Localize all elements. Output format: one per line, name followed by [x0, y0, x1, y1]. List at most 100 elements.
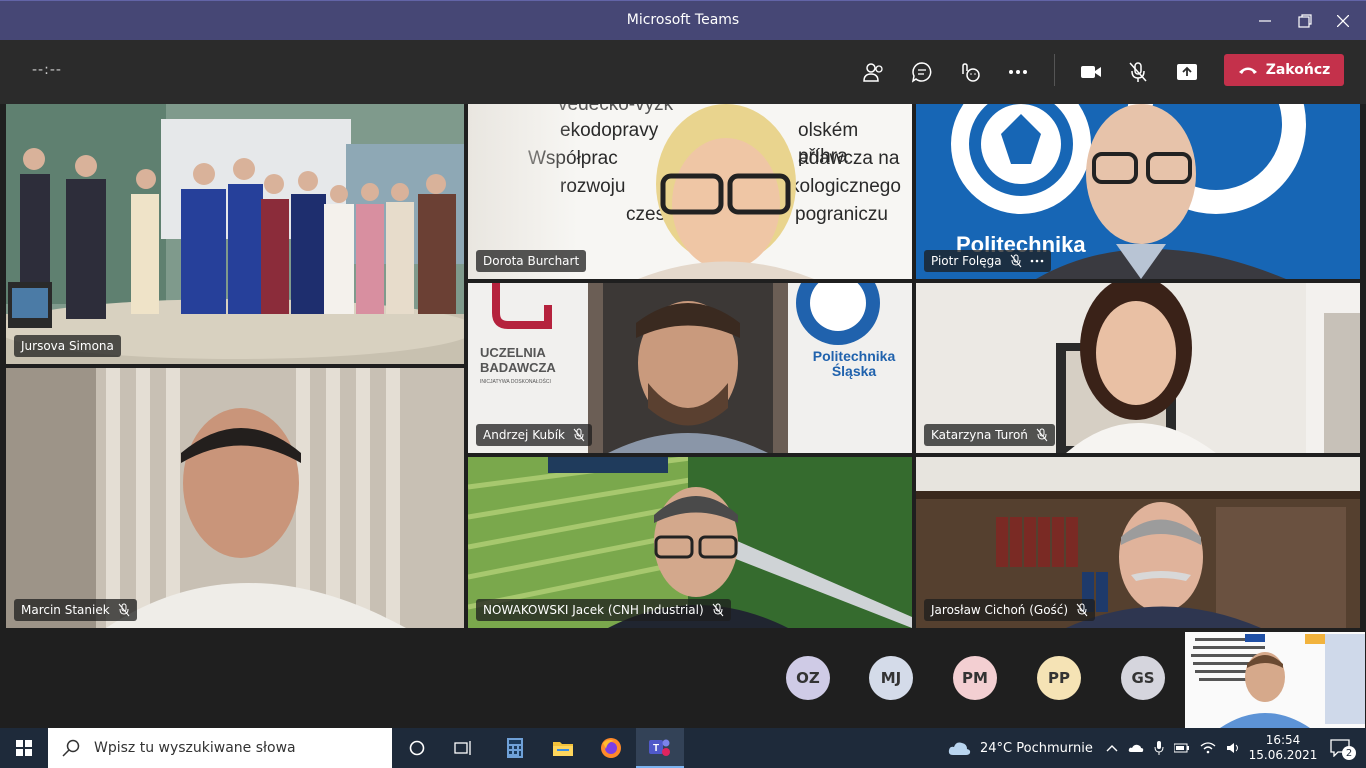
calculator-app[interactable]	[492, 728, 538, 768]
participant-name: NOWAKOWSKI Jacek (CNH Industrial)	[483, 603, 704, 617]
phone-icon	[1238, 67, 1257, 74]
notifications-button[interactable]: 2	[1322, 728, 1358, 768]
cortana-button[interactable]	[394, 728, 440, 768]
more-actions-button[interactable]	[1000, 54, 1036, 90]
participant-avatar[interactable]: GS	[1121, 656, 1165, 700]
share-icon	[1177, 64, 1197, 80]
onedrive-icon[interactable]	[1128, 743, 1144, 753]
mic-off-icon	[712, 603, 724, 617]
mic-off-icon	[118, 603, 130, 617]
self-video	[1185, 632, 1365, 728]
video-tile-nowakowski[interactable]: NOWAKOWSKI Jacek (CNH Industrial)	[468, 457, 912, 628]
clock-time: 16:54	[1265, 733, 1301, 747]
teams-app[interactable]: T	[636, 728, 684, 768]
self-view[interactable]	[1185, 632, 1365, 728]
teams-icon: T	[649, 739, 670, 756]
start-button[interactable]	[0, 728, 48, 768]
participant-avatar[interactable]: PM	[953, 656, 997, 700]
share-screen-button[interactable]	[1169, 54, 1205, 90]
leave-button[interactable]: Zakończ	[1224, 54, 1344, 86]
file-explorer-app[interactable]	[540, 728, 586, 768]
video-tile-staniek[interactable]: Marcin Staniek	[6, 368, 464, 628]
participant-name-tag: Katarzyna Turoń	[924, 424, 1055, 446]
mic-button[interactable]	[1120, 54, 1156, 90]
cloud-icon	[948, 742, 971, 755]
video-tile-kubik[interactable]: UCZELNIA BADAWCZA INICJATYWA DOSKONAŁOŚC…	[468, 283, 912, 453]
window-title: Microsoft Teams	[626, 12, 740, 28]
notification-count: 2	[1342, 746, 1356, 760]
participant-name: Piotr Folęga	[931, 254, 1002, 268]
task-view-button[interactable]	[440, 728, 486, 768]
cortana-icon	[409, 740, 425, 756]
participant-name: Dorota Burchart	[483, 254, 580, 268]
clock-date: 15.06.2021	[1248, 748, 1318, 762]
svg-text:T: T	[653, 743, 659, 754]
mic-off-icon	[573, 428, 585, 442]
meeting-timer: --:--	[32, 62, 62, 78]
more-icon[interactable]	[1030, 259, 1044, 263]
chat-button[interactable]	[904, 54, 940, 90]
camera-icon	[1081, 66, 1101, 78]
weather-text: 24°C Pochmurnie	[980, 740, 1093, 756]
weather-widget[interactable]: 24°C Pochmurnie	[948, 728, 1093, 768]
background-logo-text: Politechnika Śląska	[812, 348, 896, 379]
meeting-controls: --:-- Zakończ	[0, 40, 1366, 104]
search-placeholder: Wpisz tu wyszukiwane słowa	[94, 740, 296, 756]
wifi-icon[interactable]	[1200, 742, 1216, 754]
close-button[interactable]	[1320, 1, 1366, 41]
participant-avatar[interactable]: PP	[1037, 656, 1081, 700]
folder-icon	[553, 742, 573, 756]
participant-name: Andrzej Kubík	[483, 428, 565, 442]
camera-button[interactable]	[1073, 54, 1109, 90]
participant-avatar[interactable]: OZ	[786, 656, 830, 700]
clock[interactable]: 16:54 15.06.2021	[1249, 728, 1318, 768]
participant-name: Marcin Staniek	[21, 603, 110, 617]
participant-name-tag: Piotr Folęga	[924, 250, 1051, 272]
video-tile-folega[interactable]: Politechnika Piotr Folęga	[916, 104, 1360, 279]
search-icon	[62, 739, 80, 757]
mic-off-icon	[1076, 603, 1088, 617]
participant-name-tag: Jursova Simona	[14, 335, 121, 357]
participant-name-tag: Andrzej Kubík	[476, 424, 592, 446]
video-tile-cichon[interactable]: Jarosław Cichoń (Gość)	[916, 457, 1360, 628]
video-tile-burchart[interactable]: vedecko-vyzk ekodopravy olském příhra Ws…	[468, 104, 912, 279]
minimize-icon	[1259, 20, 1271, 22]
participant-name-tag: NOWAKOWSKI Jacek (CNH Industrial)	[476, 599, 731, 621]
reactions-button[interactable]	[952, 54, 988, 90]
windows-taskbar: Wpisz tu wyszukiwane słowa T 24°C Pochmu…	[0, 728, 1366, 768]
participants-button[interactable]	[856, 54, 892, 90]
group-photo-video	[6, 104, 464, 364]
participant-name: Katarzyna Turoń	[931, 428, 1028, 442]
participant-name: Jursova Simona	[21, 339, 114, 353]
video-tile-turon[interactable]: Katarzyna Turoń	[916, 283, 1360, 453]
firefox-app[interactable]	[588, 728, 634, 768]
close-icon	[1337, 15, 1349, 27]
participant-name-tag: Dorota Burchart	[476, 250, 587, 272]
firefox-icon	[601, 738, 621, 758]
speaker-icon[interactable]	[1226, 742, 1240, 754]
leave-label: Zakończ	[1265, 62, 1331, 78]
participant-avatar[interactable]: MJ	[869, 656, 913, 700]
video-grid: Jursova Simona vedecko-vyzk ekodopravy o…	[0, 104, 1366, 728]
reactions-icon	[962, 63, 980, 82]
restore-icon	[1298, 14, 1312, 28]
title-bar: Microsoft Teams	[0, 0, 1366, 40]
chat-icon	[911, 62, 932, 83]
more-icon	[1009, 70, 1027, 74]
people-icon	[863, 63, 883, 82]
system-tray-icons	[1106, 728, 1240, 768]
calculator-icon	[507, 738, 523, 758]
windows-icon	[16, 740, 32, 756]
mic-off-icon	[1129, 62, 1147, 82]
microphone-icon[interactable]	[1154, 741, 1164, 755]
battery-icon[interactable]	[1174, 742, 1190, 754]
chevron-up-icon[interactable]	[1106, 744, 1118, 752]
background-logo-text: UCZELNIA BADAWCZA INICJATYWA DOSKONAŁOŚC…	[480, 345, 556, 385]
participant-name-tag: Jarosław Cichoń (Gość)	[924, 599, 1096, 621]
participant-video	[6, 368, 464, 628]
video-tile-jursova[interactable]: Jursova Simona	[6, 104, 464, 364]
mic-off-icon	[1010, 254, 1021, 268]
taskbar-search[interactable]: Wpisz tu wyszukiwane słowa	[48, 728, 392, 768]
participant-name-tag: Marcin Staniek	[14, 599, 137, 621]
task-view-icon	[454, 741, 471, 755]
